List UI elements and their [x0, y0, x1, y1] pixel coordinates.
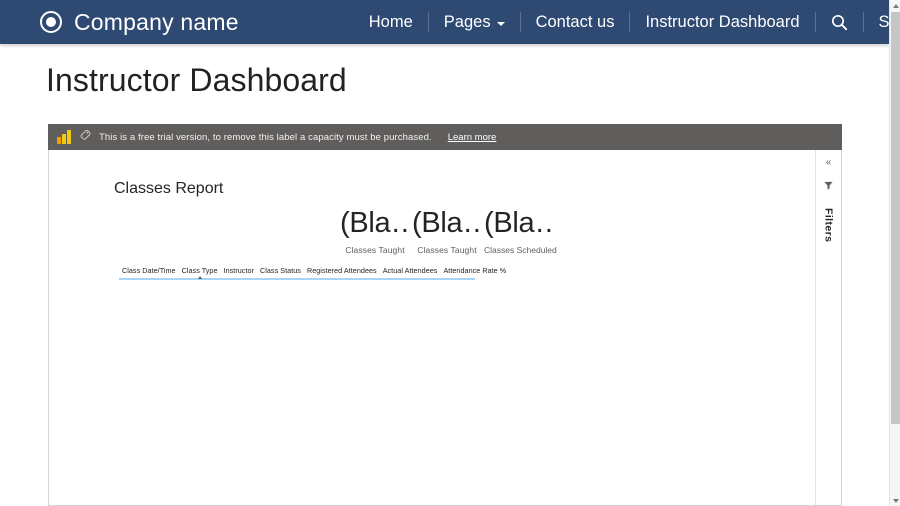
- nav-item-contact-us[interactable]: Contact us: [521, 13, 630, 32]
- nav-item-instructor-dashboard[interactable]: Instructor Dashboard: [630, 13, 814, 32]
- brand-name: Company name: [74, 8, 239, 35]
- nav-item-pages[interactable]: Pages: [429, 13, 520, 32]
- kpi-card[interactable]: (Bla… Classes Taught: [412, 207, 482, 255]
- scroll-up-arrow-icon[interactable]: [890, 0, 900, 11]
- power-bi-logo-icon: [57, 130, 72, 144]
- learn-more-link[interactable]: Learn more: [448, 132, 497, 143]
- table-header-underline: [119, 278, 475, 280]
- chevron-down-icon: [496, 21, 505, 26]
- trial-banner: This is a free trial version, to remove …: [48, 124, 842, 150]
- report-body: Classes Report (Bla… Classes Taught (Bla…: [49, 150, 815, 505]
- nav-item-contact-us-label: Contact us: [535, 12, 615, 31]
- search-icon: [831, 14, 848, 31]
- kpi-card[interactable]: (Bla… Classes Taught: [340, 207, 410, 255]
- page-scrollbar[interactable]: [889, 0, 900, 506]
- scrollbar-thumb[interactable]: [891, 12, 900, 424]
- table-column-header-class-date-time[interactable]: Class Date/Time: [119, 266, 179, 275]
- table-column-header-registered-attendees[interactable]: Registered Attendees: [304, 266, 380, 275]
- classes-table: Class Date/Time Class Type Instructor Cl…: [119, 266, 506, 280]
- nav-links: Home Pages Contact us Instructor Dashboa…: [354, 0, 900, 44]
- circle-target-icon: [40, 11, 62, 33]
- kpi-label: Classes Taught: [345, 245, 405, 256]
- kpi-value: (Bla…: [412, 207, 482, 239]
- tag-icon: [79, 128, 92, 146]
- table-column-header-actual-attendees[interactable]: Actual Attendees: [380, 266, 441, 275]
- nav-item-home[interactable]: Home: [354, 13, 428, 32]
- table-column-header-class-status[interactable]: Class Status: [257, 266, 304, 275]
- kpi-label: Classes Scheduled: [484, 245, 557, 256]
- filters-pane-collapsed: « Filters: [815, 150, 841, 505]
- top-navigation-bar: Company name Home Pages Contact us Instr…: [0, 0, 900, 44]
- filters-pane-label[interactable]: Filters: [823, 208, 835, 242]
- scroll-down-arrow-icon[interactable]: [890, 495, 900, 506]
- kpi-value: (Bla…: [484, 207, 554, 239]
- report-canvas: Classes Report (Bla… Classes Taught (Bla…: [48, 150, 842, 506]
- kpi-card[interactable]: (Bla… Classes Scheduled: [484, 207, 557, 256]
- filter-icon[interactable]: [823, 178, 834, 196]
- nav-item-home-label: Home: [368, 12, 413, 31]
- chevron-double-left-icon[interactable]: «: [826, 158, 832, 168]
- kpi-card-group: (Bla… Classes Taught (Bla… Classes Taugh…: [340, 207, 557, 256]
- report-title: Classes Report: [114, 180, 224, 197]
- page-root: Company name Home Pages Contact us Instr…: [0, 0, 900, 506]
- page-title: Instructor Dashboard: [46, 62, 347, 98]
- search-button[interactable]: [816, 14, 863, 31]
- nav-item-instructor-dashboard-label: Instructor Dashboard: [645, 12, 800, 31]
- table-column-header-attendance-rate[interactable]: Attendance Rate %: [440, 266, 509, 275]
- table-header-row: Class Date/Time Class Type Instructor Cl…: [119, 266, 506, 278]
- brand-logo[interactable]: Company name: [40, 9, 239, 36]
- table-column-header-instructor[interactable]: Instructor: [221, 266, 257, 275]
- power-bi-embed: This is a free trial version, to remove …: [48, 124, 842, 506]
- nav-item-pages-label: Pages: [443, 12, 491, 31]
- trial-message: This is a free trial version, to remove …: [99, 131, 432, 143]
- kpi-label: Classes Taught: [417, 245, 477, 256]
- table-column-header-class-type[interactable]: Class Type: [179, 266, 221, 275]
- kpi-value: (Bla…: [340, 207, 410, 239]
